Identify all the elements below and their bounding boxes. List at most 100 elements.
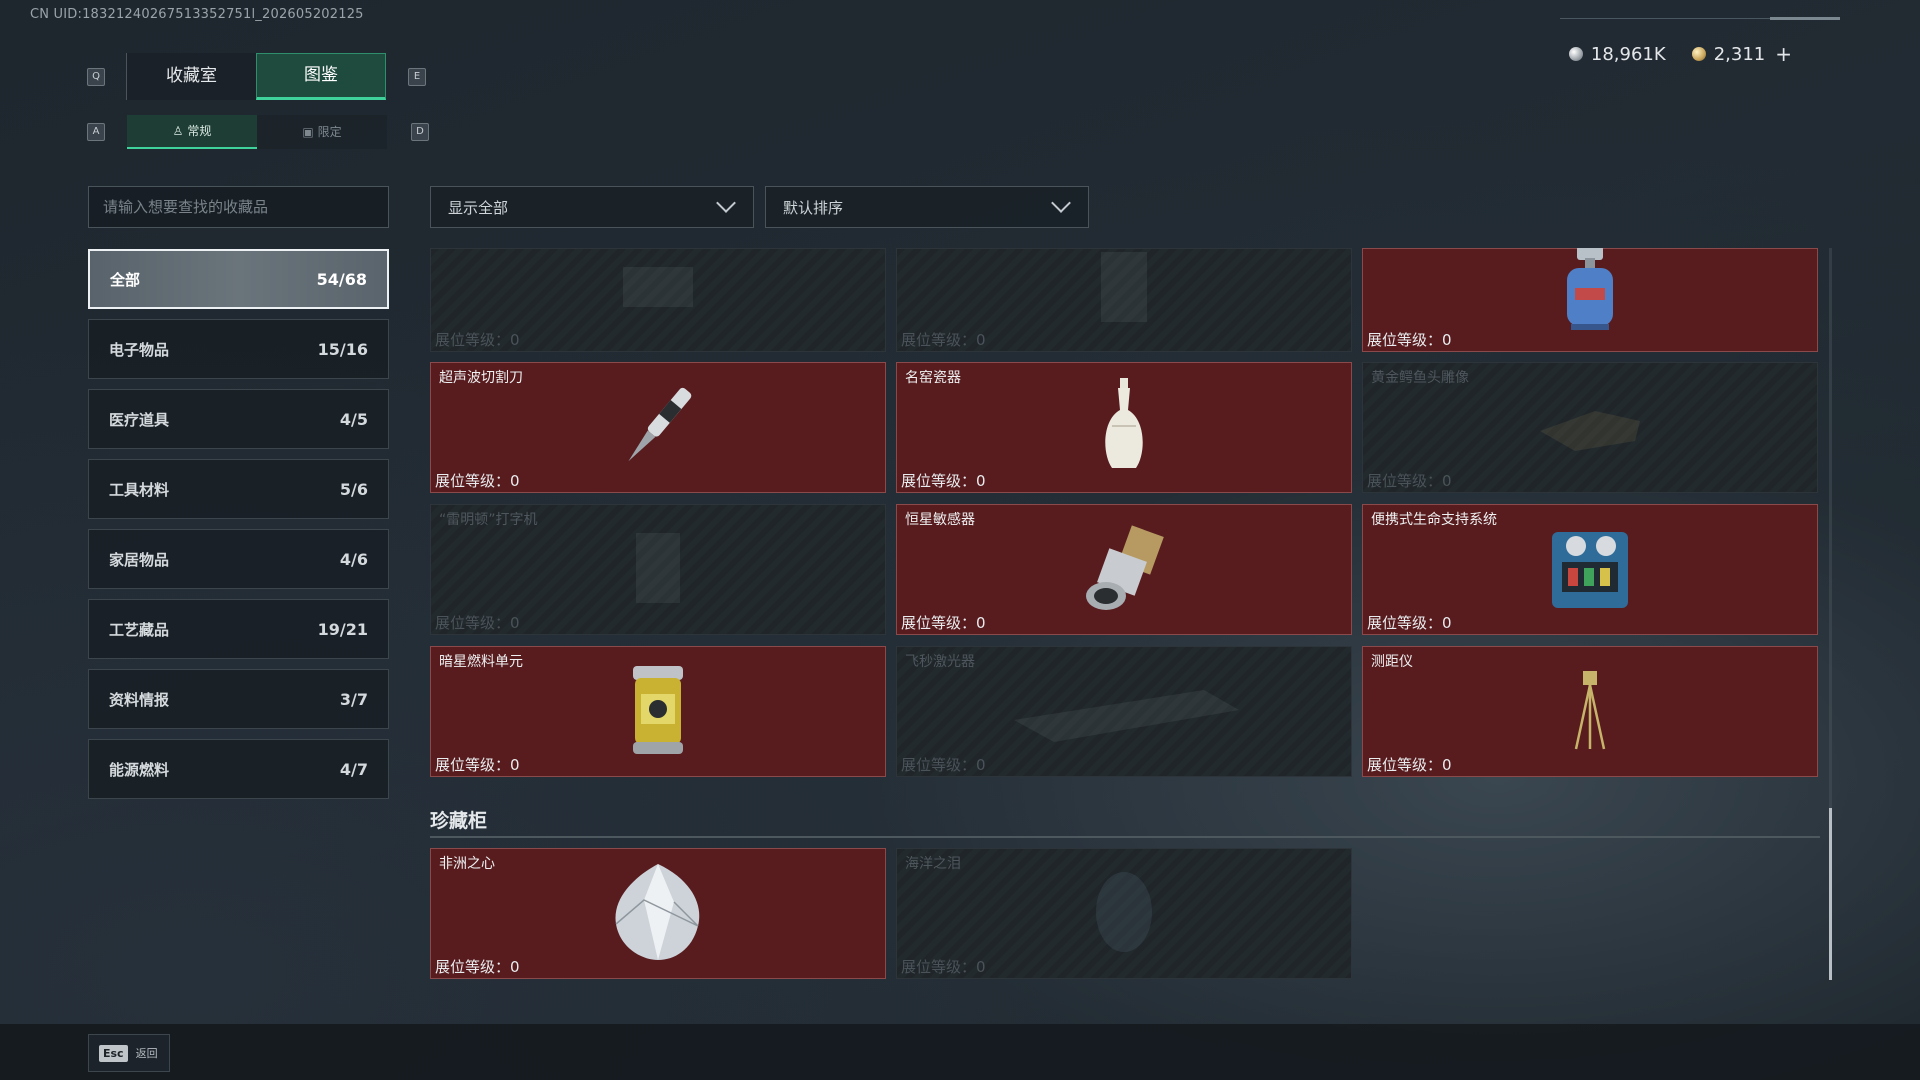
category-count: 4/7 bbox=[339, 759, 368, 779]
silver-currency: 18,961K bbox=[1568, 43, 1666, 65]
crocodile-statue-icon bbox=[1535, 391, 1645, 465]
esc-key-icon: Esc bbox=[99, 1044, 128, 1062]
item-name: 暗星燃料单元 bbox=[439, 654, 523, 670]
level-label: 展位等级： bbox=[435, 331, 511, 349]
subtab-limited[interactable]: ▣ 限定 bbox=[257, 115, 387, 149]
level-label: 展位等级： bbox=[435, 958, 511, 976]
category-count: 4/6 bbox=[339, 549, 368, 569]
category-tools[interactable]: 工具材料 5/6 bbox=[88, 459, 389, 519]
category-list: 全部 54/68 电子物品 15/16 医疗道具 4/5 工具材料 5/6 家居物品 4/… bbox=[88, 249, 389, 809]
scrollbar[interactable] bbox=[1829, 248, 1832, 980]
level-row: 展位等级：0 bbox=[435, 754, 520, 775]
category-count: 4/5 bbox=[339, 409, 368, 429]
level-value: 0 bbox=[1442, 756, 1452, 774]
star-sensor-icon bbox=[1074, 518, 1174, 622]
subtab-regular-label: 常规 bbox=[187, 124, 212, 138]
silver-coin-icon bbox=[1568, 47, 1583, 61]
item-name: 恒星敏感器 bbox=[905, 512, 975, 528]
level-value: 0 bbox=[976, 331, 986, 349]
level-value: 0 bbox=[510, 958, 520, 976]
category-label: 电子物品 bbox=[109, 340, 170, 359]
category-crafts[interactable]: 工艺藏品 19/21 bbox=[88, 599, 389, 659]
collection-card[interactable]: 便携式生命支持系统 展位等级：0 bbox=[1362, 504, 1818, 635]
chevron-down-icon bbox=[1051, 193, 1071, 213]
laser-icon bbox=[1004, 670, 1244, 754]
level-value: 0 bbox=[976, 756, 986, 774]
collection-card[interactable]: 暗星燃料单元 展位等级：0 bbox=[430, 646, 886, 777]
level-row: 展位等级：0 bbox=[1367, 754, 1452, 775]
collection-card[interactable]: 海洋之泪 展位等级：0 bbox=[896, 848, 1352, 979]
level-value: 0 bbox=[510, 472, 520, 490]
collection-card[interactable]: 非洲之心 展位等级：0 bbox=[430, 848, 886, 979]
level-row: 展位等级：0 bbox=[1367, 612, 1452, 633]
level-label: 展位等级： bbox=[1367, 472, 1443, 490]
item-icon bbox=[1089, 248, 1159, 331]
level-label: 展位等级： bbox=[901, 614, 977, 632]
porcelain-vase-icon bbox=[1094, 376, 1154, 480]
filter-dropdown[interactable]: 显示全部 bbox=[430, 186, 754, 228]
key-hint-a: A bbox=[87, 123, 105, 141]
item-name: 便携式生命支持系统 bbox=[1371, 512, 1497, 528]
uid-label: CN UID:18321240267513352751l_20260520212… bbox=[30, 7, 364, 22]
level-label: 展位等级： bbox=[435, 472, 511, 490]
category-household[interactable]: 家居物品 4/6 bbox=[88, 529, 389, 589]
level-row: 展位等级：0 bbox=[435, 329, 520, 350]
search-input[interactable] bbox=[103, 187, 374, 227]
level-value: 0 bbox=[1442, 614, 1452, 632]
level-label: 展位等级： bbox=[435, 756, 511, 774]
level-value: 0 bbox=[976, 472, 986, 490]
collection-card[interactable]: 名窑瓷器 展位等级：0 bbox=[896, 362, 1352, 493]
category-all[interactable]: 全部 54/68 bbox=[88, 249, 389, 309]
category-medical[interactable]: 医疗道具 4/5 bbox=[88, 389, 389, 449]
level-row: 展位等级：0 bbox=[1367, 329, 1452, 350]
add-currency-button[interactable]: + bbox=[1775, 42, 1792, 66]
category-label: 家居物品 bbox=[109, 550, 170, 569]
category-count: 15/16 bbox=[317, 339, 368, 359]
level-value: 0 bbox=[510, 331, 520, 349]
level-value: 0 bbox=[976, 614, 986, 632]
gold-coin-icon bbox=[1691, 47, 1706, 61]
item-name: 飞秒激光器 bbox=[905, 654, 975, 670]
bottle-icon: ♙ bbox=[172, 124, 184, 138]
tab-catalog[interactable]: 图鉴 bbox=[256, 53, 386, 100]
collection-card[interactable]: 展位等级：0 bbox=[896, 248, 1352, 352]
category-electronics[interactable]: 电子物品 15/16 bbox=[88, 319, 389, 379]
collection-card[interactable]: 超声波切割刀 展位等级：0 bbox=[430, 362, 886, 493]
collection-card[interactable]: 展位等级：0 bbox=[1362, 248, 1818, 352]
back-label: 返回 bbox=[135, 1047, 158, 1060]
typewriter-icon bbox=[628, 523, 688, 617]
level-row: 展位等级：0 bbox=[901, 470, 986, 491]
collection-card[interactable]: 飞秒激光器 展位等级：0 bbox=[896, 646, 1352, 777]
level-value: 0 bbox=[1442, 331, 1452, 349]
category-count: 54/68 bbox=[316, 269, 367, 289]
level-label: 展位等级： bbox=[435, 614, 511, 632]
collection-card[interactable]: 展位等级：0 bbox=[430, 248, 886, 352]
sort-dropdown-value: 默认排序 bbox=[783, 198, 844, 217]
level-row: 展位等级：0 bbox=[435, 612, 520, 633]
level-label: 展位等级： bbox=[1367, 614, 1443, 632]
level-row: 展位等级：0 bbox=[901, 754, 986, 775]
scrollbar-thumb[interactable] bbox=[1829, 808, 1832, 980]
item-name: “雷明顿”打字机 bbox=[439, 512, 538, 528]
fuel-cell-icon bbox=[623, 660, 693, 764]
level-label: 展位等级： bbox=[1367, 331, 1443, 349]
item-name: 超声波切割刀 bbox=[439, 370, 523, 386]
tab-collection-room[interactable]: 收藏室 bbox=[126, 53, 256, 100]
subtab-regular[interactable]: ♙ 常规 bbox=[127, 115, 257, 149]
sort-dropdown[interactable]: 默认排序 bbox=[765, 186, 1089, 228]
category-intel[interactable]: 资料情报 3/7 bbox=[88, 669, 389, 729]
level-row: 展位等级：0 bbox=[901, 329, 986, 350]
silver-amount: 18,961K bbox=[1590, 43, 1666, 65]
collection-card[interactable]: “雷明顿”打字机 展位等级：0 bbox=[430, 504, 886, 635]
category-label: 工具材料 bbox=[109, 480, 170, 499]
back-button[interactable]: Esc 返回 bbox=[88, 1034, 170, 1072]
collection-card[interactable]: 黄金鳄鱼头雕像 展位等级：0 bbox=[1362, 362, 1818, 493]
level-label: 展位等级： bbox=[901, 958, 977, 976]
collection-card[interactable]: 测距仪 展位等级：0 bbox=[1362, 646, 1818, 777]
level-value: 0 bbox=[976, 958, 986, 976]
collection-card[interactable]: 恒星敏感器 展位等级：0 bbox=[896, 504, 1352, 635]
gold-amount: 2,311 bbox=[1713, 43, 1766, 65]
category-energy[interactable]: 能源燃料 4/7 bbox=[88, 739, 389, 799]
level-row: 展位等级：0 bbox=[435, 956, 520, 977]
category-label: 能源燃料 bbox=[109, 760, 170, 779]
